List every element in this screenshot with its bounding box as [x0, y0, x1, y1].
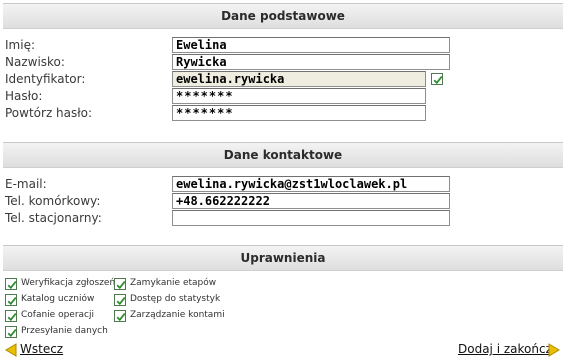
row-identifier: Identyfikator: ewelina.rywicka — [0, 71, 566, 88]
arrow-left-icon[interactable] — [5, 343, 17, 357]
row-first-name: Imię: Ewelina — [0, 37, 566, 54]
back-link[interactable]: Wstecz — [20, 342, 63, 358]
landline-field[interactable] — [172, 210, 450, 226]
row-password: Hasło: ******* — [0, 88, 566, 105]
row-mobile: Tel. komórkowy: +48.662222222 — [0, 193, 566, 210]
checkbox-checked-icon[interactable] — [114, 294, 126, 306]
checkbox-checked-icon[interactable] — [5, 294, 17, 306]
mobile-field[interactable]: +48.662222222 — [172, 193, 450, 209]
checkbox-checked-icon[interactable] — [5, 278, 17, 290]
section-header-permissions: Uprawnienia — [3, 245, 563, 271]
permission-label: Przesyłanie danych — [21, 326, 108, 336]
checkbox-checked-icon[interactable] — [114, 310, 126, 322]
first-name-label: Imię: — [5, 38, 35, 52]
mobile-label: Tel. komórkowy: — [5, 194, 101, 208]
checkbox-checked-icon[interactable] — [431, 73, 443, 85]
permission-label: Cofanie operacji — [21, 310, 94, 320]
user-form: Dane podstawowe Imię: Ewelina Nazwisko: … — [0, 0, 566, 362]
check-mark-icon — [7, 281, 17, 290]
email-field[interactable]: ewelina.rywicka@zst1wloclawek.pl — [172, 176, 450, 192]
password-repeat-label: Powtórz hasło: — [5, 106, 93, 120]
password-field[interactable]: ******* — [172, 88, 426, 104]
permission-label: Weryfikacja zgłoszeń — [21, 278, 116, 288]
checkbox-checked-icon[interactable] — [5, 326, 17, 338]
row-last-name: Nazwisko: Rywicka — [0, 54, 566, 71]
permission-label: Zarządzanie kontami — [130, 310, 225, 320]
arrow-right-icon[interactable] — [548, 343, 560, 357]
check-mark-icon — [116, 297, 126, 306]
password-repeat-field[interactable]: ******* — [172, 105, 426, 121]
check-mark-icon — [116, 281, 126, 290]
check-mark-icon — [7, 329, 17, 338]
permission-label: Katalog uczniów — [21, 294, 95, 304]
permission-label: Dostęp do statystyk — [130, 294, 221, 304]
landline-label: Tel. stacjonarny: — [5, 211, 102, 225]
row-landline: Tel. stacjonarny: — [0, 210, 566, 227]
password-label: Hasło: — [5, 89, 43, 103]
checkbox-checked-icon[interactable] — [5, 310, 17, 322]
last-name-field[interactable]: Rywicka — [172, 54, 450, 70]
check-mark-icon — [433, 76, 443, 85]
check-mark-icon — [7, 313, 17, 322]
checkbox-checked-icon[interactable] — [114, 278, 126, 290]
add-and-finish-link[interactable]: Dodaj i zakończ — [458, 342, 552, 358]
identifier-field[interactable]: ewelina.rywicka — [172, 71, 426, 87]
identifier-label: Identyfikator: — [5, 72, 86, 86]
last-name-label: Nazwisko: — [5, 55, 65, 69]
row-email: E-mail: ewelina.rywicka@zst1wloclawek.pl — [0, 176, 566, 193]
row-password-repeat: Powtórz hasło: ******* — [0, 105, 566, 122]
check-mark-icon — [7, 297, 17, 306]
section-header-basic: Dane podstawowe — [3, 3, 563, 29]
email-label: E-mail: — [5, 177, 47, 191]
first-name-field[interactable]: Ewelina — [172, 37, 450, 53]
section-header-contact: Dane kontaktowe — [3, 142, 563, 168]
permission-label: Zamykanie etapów — [130, 278, 217, 288]
check-mark-icon — [116, 313, 126, 322]
